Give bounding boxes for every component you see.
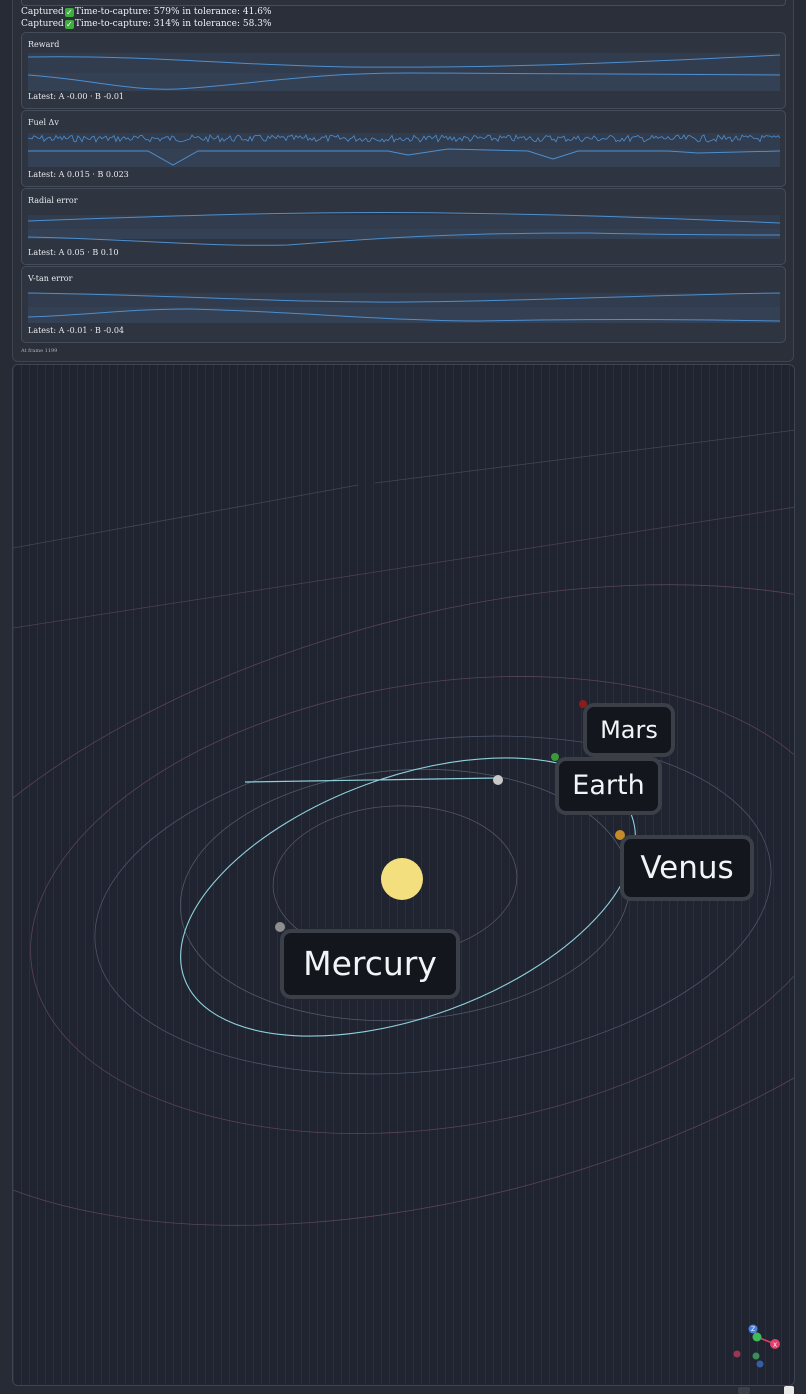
axis-neg-z-icon[interactable] xyxy=(756,1360,764,1368)
label-mars[interactable]: Mars xyxy=(583,703,675,757)
status-capture-stats: Time-to-capture: 579% in tolerance: 41.6… xyxy=(74,7,272,17)
metric-title: Reward xyxy=(28,40,60,49)
spacecraft-marker[interactable] xyxy=(493,775,503,785)
metric-card-vtan-error: V-tan error Latest: A -0.01 · B -0.04 xyxy=(21,266,786,343)
panel-header-strip xyxy=(21,0,786,6)
axis-neg-y-icon[interactable] xyxy=(752,1352,760,1360)
metric-title: Fuel Δv xyxy=(28,118,59,127)
status-capture-stats: Time-to-capture: 314% in tolerance: 58.3… xyxy=(74,19,272,29)
fuel-sparkline xyxy=(28,133,780,167)
metric-latest: Latest: A 0.015 · B 0.023 xyxy=(28,170,129,179)
radial-error-sparkline xyxy=(28,211,780,246)
metric-card-reward: Reward Latest: A -0.00 · B -0.01 xyxy=(21,32,786,109)
status-captured-label: Captured xyxy=(21,7,64,17)
status-line-a: Captured ✓ Time-to-capture: 579% in tolera… xyxy=(21,7,271,18)
axis-z-label: Z xyxy=(751,1326,755,1333)
status-captured-label: Captured xyxy=(21,19,64,29)
axis-neg-x-icon[interactable] xyxy=(733,1350,741,1358)
label-venus[interactable]: Venus xyxy=(620,835,754,901)
bottom-bar xyxy=(0,1386,806,1394)
axis-gizmo[interactable]: X Z xyxy=(728,1320,788,1370)
status-line-b: Captured ✓ Time-to-capture: 314% in tolera… xyxy=(21,19,271,30)
vtan-error-sparkline xyxy=(28,292,780,323)
metric-card-radial-error: Radial error Latest: A 0.05 · B 0.10 xyxy=(21,188,786,265)
axis-y-icon[interactable] xyxy=(752,1332,762,1342)
label-earth[interactable]: Earth xyxy=(555,757,662,815)
metric-card-fuel: Fuel Δv Latest: A 0.015 · B 0.023 xyxy=(21,110,786,187)
check-icon: ✓ xyxy=(64,20,74,29)
scroll-control[interactable] xyxy=(738,1387,750,1394)
axis-x-label: X xyxy=(773,1342,777,1349)
metric-latest: Latest: A -0.01 · B -0.04 xyxy=(28,326,124,335)
metric-latest: Latest: A -0.00 · B -0.01 xyxy=(28,92,124,101)
reward-sparkline xyxy=(28,53,780,91)
metric-latest: Latest: A 0.05 · B 0.10 xyxy=(28,248,119,257)
metric-title: Radial error xyxy=(28,196,78,205)
orbit-viewport-3d[interactable]: Mars Earth Venus Mercury X Z xyxy=(12,364,795,1386)
metric-title: V-tan error xyxy=(28,274,73,283)
resize-handle[interactable] xyxy=(784,1386,794,1394)
label-mercury[interactable]: Mercury xyxy=(280,929,460,999)
check-icon: ✓ xyxy=(64,8,74,17)
sun[interactable] xyxy=(381,858,423,900)
frame-note: At frame 1199 xyxy=(21,348,58,354)
